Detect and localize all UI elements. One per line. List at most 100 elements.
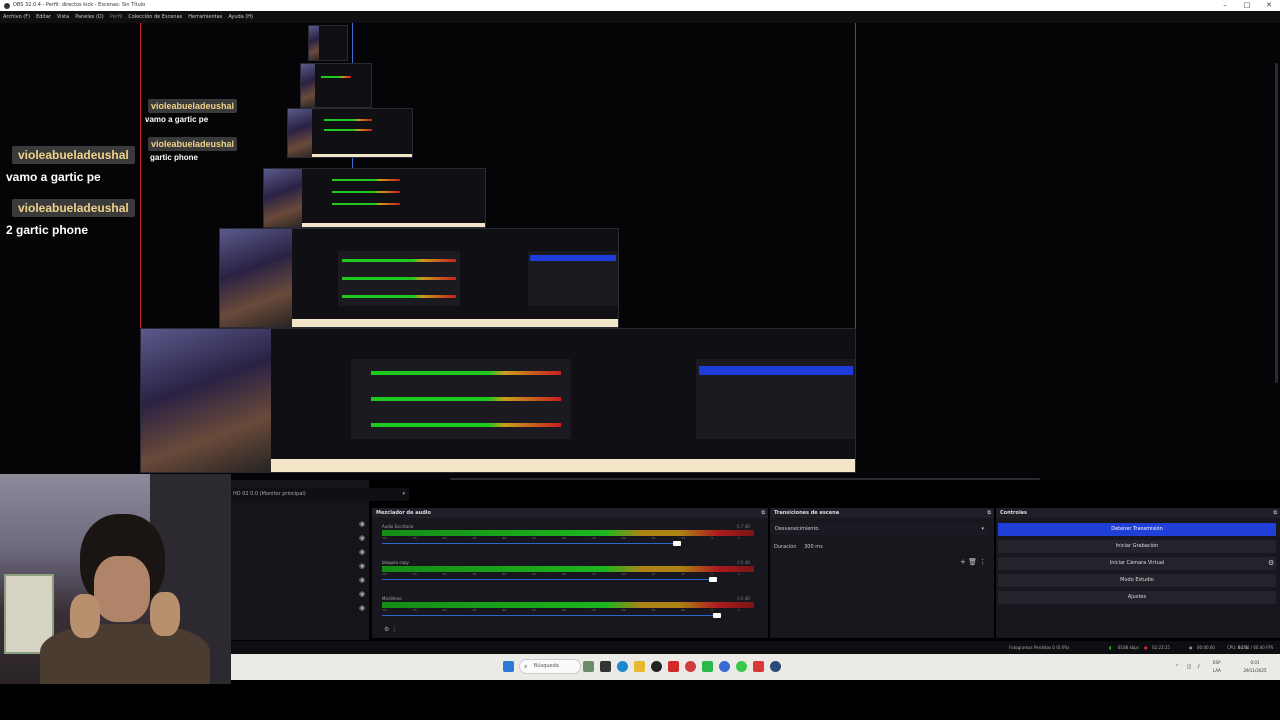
- webcam-person-body: [40, 624, 210, 684]
- start-recording-button[interactable]: Iniciar Grabación: [998, 540, 1276, 553]
- transition-select-value: Desvanecimiento: [775, 526, 819, 532]
- search-icon: ⌕: [524, 663, 528, 670]
- chrome-icon[interactable]: [685, 661, 696, 672]
- app-icon-red[interactable]: [668, 661, 679, 672]
- maximize-button[interactable]: □: [1236, 0, 1258, 11]
- eye-icon[interactable]: ◉: [352, 576, 372, 590]
- volume-icon[interactable]: ♪: [1197, 664, 1200, 670]
- status-bar: Fotogramas Perdidos 0 (0.0%) ▮ 8188 kbps…: [231, 641, 1280, 654]
- menu-ayuda[interactable]: Ayuda (H): [228, 14, 253, 20]
- eye-icon[interactable]: ◉: [352, 562, 372, 576]
- volume-meter: [382, 602, 754, 608]
- mixer-settings-icon[interactable]: ⚙ ⋮: [384, 626, 397, 633]
- chat-username: violeabueladeushal: [148, 99, 238, 113]
- live-icon: ●: [1144, 645, 1148, 650]
- transitions-title: Transiciones de escena: [774, 510, 840, 516]
- network-icon[interactable]: ◫: [1187, 664, 1192, 670]
- dock-float-icon[interactable]: ⧉: [987, 508, 991, 518]
- chat-username: violeabueladeushal: [12, 199, 135, 217]
- add-transition-icon[interactable]: + 🗑 ⋮: [960, 558, 986, 566]
- chevron-down-icon: ▾: [981, 526, 984, 532]
- gear-icon[interactable]: ⚙: [1268, 559, 1274, 567]
- menu-vista[interactable]: Vista: [57, 14, 69, 20]
- app-icon-red-2[interactable]: [753, 661, 764, 672]
- eye-icon[interactable]: ◉: [352, 520, 372, 534]
- chat-username: violeabueladeushal: [12, 146, 135, 164]
- menu-paneles[interactable]: Paneles (D): [75, 14, 104, 20]
- preview-canvas[interactable]: violeabueladeushal vamo a gartic pe viol…: [0, 23, 1280, 480]
- menu-bar: Archivo (F) Editar Vista Paneles (D) Per…: [0, 11, 1280, 23]
- start-virtual-camera-button[interactable]: Iniciar Cámara Virtual: [998, 557, 1276, 570]
- chat-username: violeabueladeushal: [148, 137, 238, 151]
- eye-icon[interactable]: ◉: [352, 590, 372, 604]
- preview-horizontal-scrollbar[interactable]: [450, 478, 1040, 480]
- minimize-button[interactable]: –: [1214, 0, 1236, 11]
- volume-slider-fill: [382, 615, 717, 616]
- menu-archivo[interactable]: Archivo (F): [3, 14, 30, 20]
- volume-slider[interactable]: [382, 613, 754, 618]
- dock-title: Controles ⧉: [996, 508, 1280, 518]
- menu-herramientas[interactable]: Herramientas: [188, 14, 222, 20]
- volume-slider-handle[interactable]: [673, 541, 682, 546]
- nested-taskbar: [271, 459, 855, 472]
- file-explorer-icon[interactable]: [634, 661, 645, 672]
- volume-slider-handle[interactable]: [712, 613, 721, 618]
- steam-icon[interactable]: [770, 661, 781, 672]
- dock-float-icon[interactable]: ⧉: [1273, 508, 1277, 518]
- live-time: 02:23:15: [1152, 645, 1170, 650]
- app-icon-green-2[interactable]: [736, 661, 747, 672]
- settings-button[interactable]: Ajustes: [998, 591, 1276, 604]
- windows-start-icon[interactable]: [503, 661, 514, 672]
- bitrate: 8188 kbps: [1118, 645, 1139, 650]
- volume-slider-fill: [382, 543, 678, 544]
- menu-editar[interactable]: Editar: [36, 14, 51, 20]
- nested-controls: [696, 359, 855, 439]
- taskbar-search[interactable]: ⌕ Búsqueda: [519, 659, 581, 674]
- duration-input[interactable]: 300 ms: [804, 544, 823, 550]
- edge-icon[interactable]: [617, 661, 628, 672]
- nested-preview-6: [308, 25, 348, 61]
- nested-mixer: [351, 359, 571, 439]
- nested-preview-2: [219, 228, 619, 328]
- menu-coleccion-escenas[interactable]: Colección de Escenas: [128, 14, 182, 20]
- app-icon-blue[interactable]: [719, 661, 730, 672]
- chat-message: vamo a gartic pe: [6, 170, 101, 184]
- mixer-track-db: 0.0 dB: [737, 560, 750, 565]
- obs-icon[interactable]: [651, 661, 662, 672]
- nested-preview-3: [263, 168, 486, 228]
- menu-perfil[interactable]: Perfil: [110, 14, 123, 20]
- controls-dock: Controles ⧉ Detener Transmisión Iniciar …: [996, 508, 1280, 638]
- studio-mode-button[interactable]: Modo Estudio: [998, 574, 1276, 587]
- scene-select-value: HD 02 0.0 (Monitor principal): [233, 491, 306, 497]
- preview-vertical-scrollbar[interactable]: [1275, 63, 1278, 383]
- scene-select[interactable]: HD 02 0.0 (Monitor principal) ▾: [231, 488, 409, 501]
- volume-meter: [382, 530, 754, 536]
- widgets-icon[interactable]: [583, 661, 594, 672]
- dock-title: Transiciones de escena ⧉: [770, 508, 994, 518]
- webcam-person-hand: [150, 592, 180, 636]
- dock-float-icon[interactable]: ⧉: [761, 508, 765, 518]
- eye-icon[interactable]: ◉: [352, 534, 372, 548]
- stop-streaming-button[interactable]: Detener Transmisión: [998, 523, 1276, 536]
- language-indicator[interactable]: ESP LAA: [1213, 654, 1227, 680]
- window-controls: – □ ✕: [1214, 0, 1280, 11]
- eye-icon[interactable]: ◉: [352, 548, 372, 562]
- chevron-down-icon: ▾: [402, 491, 405, 497]
- volume-slider[interactable]: [382, 541, 754, 546]
- nested-preview-1: [140, 328, 856, 473]
- mixer-title: Mezclador de audio: [376, 510, 431, 516]
- nested-preview-4: [287, 108, 413, 158]
- transition-select[interactable]: Desvanecimiento ▾: [772, 524, 988, 535]
- chevron-up-icon[interactable]: ⌃: [1175, 664, 1179, 670]
- mixer-track: Micrófono 0.0 dB -60 -55 -50 -45 -40 -35 -30 -25-…: [382, 596, 754, 618]
- app-icon-green[interactable]: [702, 661, 713, 672]
- clock[interactable]: 0:01 29/11/2025: [1233, 654, 1277, 680]
- eye-icon[interactable]: ◉: [352, 604, 372, 618]
- chat-message: gartic phone: [150, 153, 199, 162]
- clock-time: 0:01: [1250, 660, 1260, 665]
- close-button[interactable]: ✕: [1258, 0, 1280, 11]
- webcam-feed: [0, 474, 231, 684]
- volume-slider[interactable]: [382, 577, 754, 582]
- task-view-icon[interactable]: [600, 661, 611, 672]
- volume-slider-handle[interactable]: [709, 577, 718, 582]
